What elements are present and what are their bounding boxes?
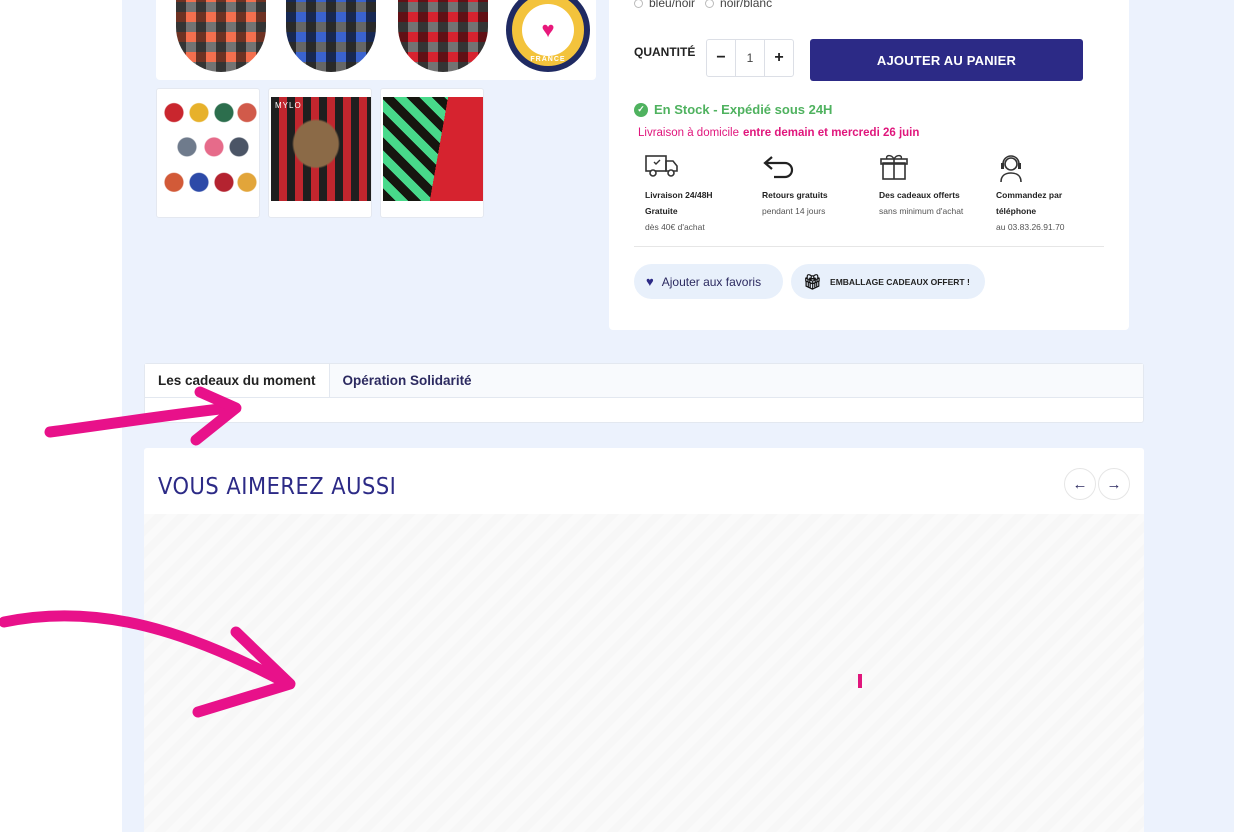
product-info-panel: bleu/noir noir/blanc QUANTITÉ − 1 + AJOU…	[609, 0, 1129, 330]
thumbnail-image: MYLO	[271, 97, 371, 201]
carousel-next-button[interactable]: →	[1098, 468, 1130, 500]
tab-cadeaux-du-moment[interactable]: Les cadeaux du moment	[145, 364, 330, 397]
delivery-truck-icon	[645, 153, 762, 183]
gift-box-icon: 🎁︎	[803, 273, 823, 291]
thumbnail-image	[159, 97, 259, 201]
heart-icon: ♥	[646, 274, 654, 289]
favorites-label: Ajouter aux favoris	[661, 274, 762, 289]
feature-returns: Retours gratuits pendant 14 jours	[762, 153, 879, 235]
thumbnail-dog-wearing[interactable]: MYLO	[268, 88, 372, 218]
seal-text: FRANCE	[530, 56, 566, 63]
stock-text: En Stock - Expédié sous 24H	[654, 102, 833, 117]
feature-subtitle: pendant 14 jours	[762, 206, 826, 216]
thumbnail-image	[383, 97, 483, 201]
return-arrow-icon	[762, 153, 879, 183]
brand-seal-logo: ♥ FRANCE	[506, 0, 590, 72]
radio-icon[interactable]	[705, 0, 715, 9]
loading-indicator	[858, 674, 862, 688]
gift-wrap-button[interactable]: 🎁︎ EMBALLAGE CADEAUX OFFERT !	[791, 264, 985, 299]
delivery-dates: entre demain et mercredi 26 juin	[743, 127, 920, 139]
feature-title: Livraison 24/48H	[645, 190, 713, 200]
feature-title-2: téléphone	[996, 206, 1037, 216]
add-to-favorites-button[interactable]: ♥ Ajouter aux favoris	[634, 264, 783, 299]
quantity-stepper: − 1 +	[706, 39, 794, 77]
radio-icon[interactable]	[634, 0, 643, 9]
divider	[634, 246, 1104, 247]
quantity-input[interactable]: 1	[735, 40, 765, 76]
thumbnail-text: MYLO	[275, 101, 302, 110]
minus-button[interactable]: −	[707, 40, 735, 76]
feature-phone: Commandez par téléphone au 03.83.26.91.7…	[996, 153, 1113, 235]
recommendations-carousel	[144, 514, 1144, 832]
thumbnail-all-colors[interactable]	[156, 88, 260, 218]
feature-subtitle: sans minimum d'achat	[879, 206, 964, 216]
paw-heart-icon: ♥	[522, 4, 574, 56]
check-circle-icon: ✓	[634, 102, 648, 117]
tab-operation-solidarite[interactable]: Opération Solidarité	[330, 364, 485, 397]
bandana-red-image	[398, 0, 488, 72]
carousel-prev-button[interactable]: ←	[1064, 468, 1096, 500]
option-noir-blanc[interactable]: noir/blanc	[705, 0, 772, 10]
bandana-orange-image	[176, 0, 266, 72]
feature-subtitle: au 03.83.26.91.70	[996, 222, 1065, 232]
product-tabs: Les cadeaux du moment Opération Solidari…	[144, 363, 1144, 423]
stock-status: ✓ En Stock - Expédié sous 24H	[634, 102, 832, 117]
gift-wrap-label: EMBALLAGE CADEAUX OFFERT !	[830, 276, 970, 287]
product-main-image[interactable]: ♥ FRANCE	[156, 0, 596, 80]
feature-title: Des cadeaux offerts	[879, 190, 960, 200]
color-options: bleu/noir noir/blanc	[634, 0, 772, 10]
thumbnail-green-red[interactable]	[380, 88, 484, 218]
feature-subtitle: dès 40€ d'achat	[645, 222, 705, 232]
headset-icon	[996, 153, 1113, 183]
add-to-cart-button[interactable]: AJOUTER AU PANIER	[810, 39, 1083, 81]
feature-title: Commandez par	[996, 190, 1063, 200]
feature-title: Retours gratuits	[762, 190, 828, 200]
features-row: Livraison 24/48H Gratuite dès 40€ d'acha…	[645, 153, 1115, 235]
gift-icon	[879, 153, 996, 183]
recommendations-section: VOUS AIMEREZ AUSSI ← →	[144, 448, 1144, 832]
tab-bar: Les cadeaux du moment Opération Solidari…	[145, 364, 1143, 398]
option-label: bleu/noir	[649, 0, 696, 10]
feature-title-2: Gratuite	[645, 206, 678, 216]
feature-delivery: Livraison 24/48H Gratuite dès 40€ d'acha…	[645, 153, 762, 235]
quantity-label: QUANTITÉ	[634, 45, 696, 59]
feature-gifts: Des cadeaux offerts sans minimum d'achat	[879, 153, 996, 235]
option-bleu-noir[interactable]: bleu/noir	[634, 0, 695, 10]
option-label: noir/blanc	[720, 0, 773, 10]
plus-button[interactable]: +	[765, 40, 793, 76]
delivery-info: Livraison à domicile entre demain et merc…	[638, 127, 919, 139]
delivery-label: Livraison à domicile	[638, 127, 739, 139]
section-title: VOUS AIMEREZ AUSSI	[158, 472, 397, 500]
bandana-blue-image	[286, 0, 376, 72]
